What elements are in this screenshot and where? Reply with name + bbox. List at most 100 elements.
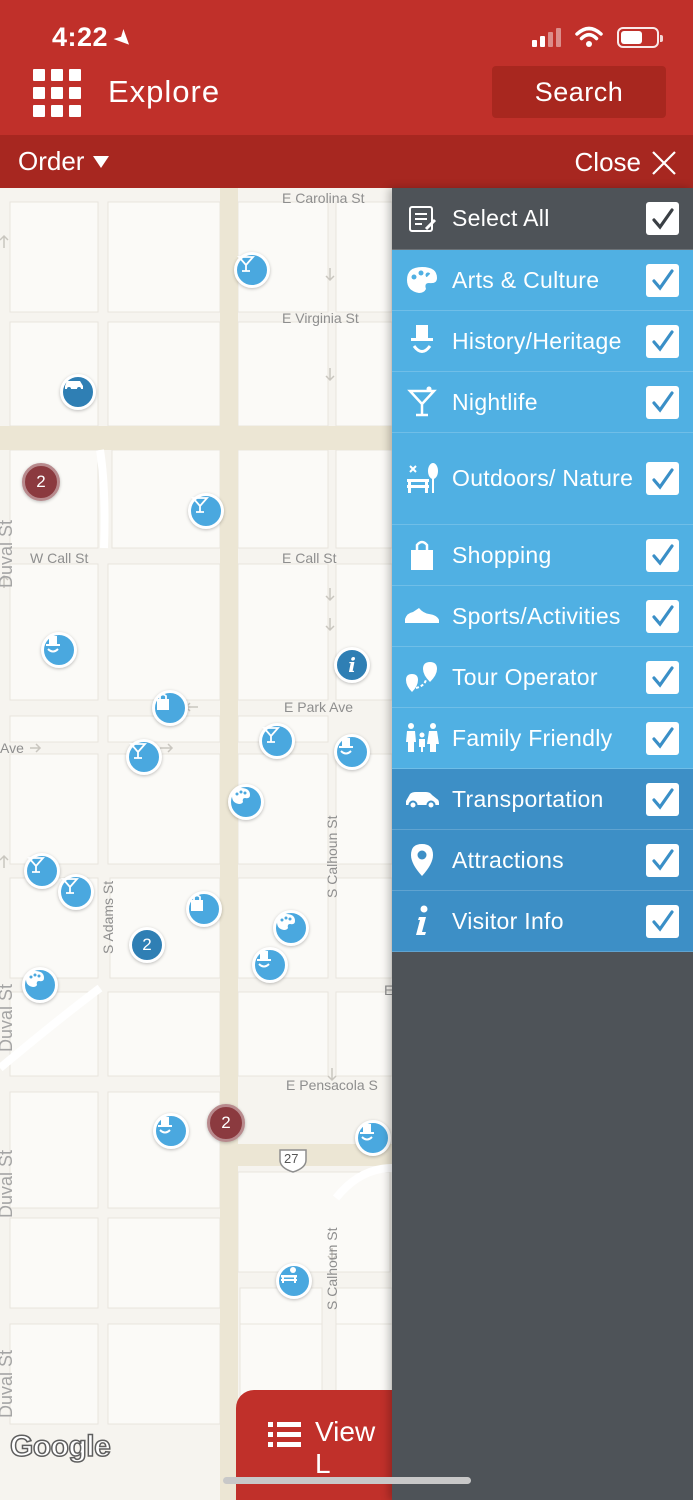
street-label: S Calhoun St bbox=[324, 1227, 340, 1311]
street-label: Ave bbox=[0, 740, 24, 756]
history-marker[interactable] bbox=[355, 1120, 391, 1156]
close-label: Close bbox=[574, 147, 641, 177]
filter-item-arts-culture[interactable]: Arts & Culture bbox=[392, 250, 693, 311]
martini-icon bbox=[262, 727, 280, 743]
filter-checkbox[interactable] bbox=[646, 263, 679, 297]
tour-pin-icon bbox=[406, 662, 437, 692]
martini-icon bbox=[27, 857, 45, 873]
transportation-marker[interactable] bbox=[60, 374, 96, 410]
filter-checkbox[interactable] bbox=[646, 385, 679, 419]
filter-label: Family Friendly bbox=[452, 724, 613, 751]
street-label: Duval St bbox=[0, 1149, 16, 1218]
filter-checkbox[interactable] bbox=[646, 538, 679, 572]
filter-checkbox[interactable] bbox=[646, 904, 679, 938]
filter-item-visitor-info[interactable]: Visitor Info bbox=[392, 891, 693, 952]
filter-checkbox[interactable] bbox=[646, 324, 679, 358]
filter-item-shopping[interactable]: Shopping bbox=[392, 525, 693, 586]
arts-marker[interactable] bbox=[228, 784, 264, 820]
marker-cluster[interactable]: 2 bbox=[22, 463, 60, 501]
martini-icon bbox=[191, 497, 209, 513]
arts-marker[interactable] bbox=[22, 967, 58, 1003]
history-marker[interactable] bbox=[252, 947, 288, 983]
filter-item-attractions[interactable]: Attractions bbox=[392, 830, 693, 891]
visitor-info-marker[interactable]: i bbox=[334, 647, 370, 683]
outdoors-marker[interactable] bbox=[276, 1263, 312, 1299]
filter-item-nightlife[interactable]: Nightlife bbox=[392, 372, 693, 433]
checkmark-icon bbox=[651, 849, 674, 871]
shopping-bag-icon bbox=[191, 894, 203, 911]
apps-grid-icon[interactable] bbox=[33, 69, 81, 117]
palette-icon bbox=[26, 971, 44, 987]
history-marker[interactable] bbox=[41, 632, 77, 668]
martini-icon bbox=[407, 386, 437, 417]
filter-item-sports-activities[interactable]: Sports/Activities bbox=[392, 586, 693, 647]
top-hat-icon bbox=[339, 738, 353, 755]
filter-label: Arts & Culture bbox=[452, 266, 600, 293]
wifi-icon bbox=[575, 26, 603, 47]
checkmark-icon bbox=[651, 269, 674, 291]
filter-checkbox[interactable] bbox=[646, 599, 679, 633]
history-marker[interactable] bbox=[334, 734, 370, 770]
category-filter-panel: Select All Arts & Culture History/Herita… bbox=[392, 188, 693, 1500]
checkmark-icon bbox=[651, 544, 674, 566]
filter-checkbox[interactable] bbox=[646, 462, 679, 495]
nightlife-marker[interactable] bbox=[58, 874, 94, 910]
filter-label: Nightlife bbox=[452, 388, 538, 415]
marker-cluster[interactable]: 2 bbox=[129, 927, 165, 963]
filter-checkbox[interactable] bbox=[646, 202, 679, 235]
nightlife-marker[interactable] bbox=[234, 252, 270, 288]
palette-icon bbox=[407, 267, 437, 293]
caret-down-icon bbox=[93, 155, 110, 168]
checkmark-icon bbox=[651, 605, 674, 627]
filter-item-transportation[interactable]: Transportation bbox=[392, 769, 693, 830]
app-header: 4:22➤ Explore Search bbox=[0, 0, 693, 135]
checkmark-icon bbox=[651, 788, 674, 810]
car-icon bbox=[65, 381, 83, 391]
street-label: W Call St bbox=[30, 550, 89, 566]
filter-item-family-friendly[interactable]: Family Friendly bbox=[392, 708, 693, 769]
search-button[interactable]: Search bbox=[492, 66, 666, 118]
filter-select-all[interactable]: Select All bbox=[392, 188, 693, 250]
marker-cluster[interactable]: 2 bbox=[207, 1104, 245, 1142]
palette-icon bbox=[277, 914, 295, 930]
filter-checkbox[interactable] bbox=[646, 721, 679, 755]
street-label: S Calhoun St bbox=[324, 815, 340, 899]
filter-label: Select All bbox=[452, 205, 550, 231]
martini-icon bbox=[129, 743, 147, 759]
filter-checkbox[interactable] bbox=[646, 660, 679, 694]
filter-checkbox[interactable] bbox=[646, 843, 679, 877]
filter-label: Visitor Info bbox=[452, 907, 564, 934]
top-hat-icon bbox=[46, 636, 60, 653]
shopping-bag-icon bbox=[411, 540, 433, 570]
arts-marker[interactable] bbox=[273, 910, 309, 946]
family-icon bbox=[406, 723, 439, 752]
nightlife-marker[interactable] bbox=[24, 853, 60, 889]
status-time-text: 4:22 bbox=[52, 22, 109, 52]
location-pin-icon bbox=[411, 844, 433, 876]
martini-icon bbox=[61, 878, 79, 894]
google-logo: Google bbox=[9, 1429, 111, 1464]
filter-checkbox[interactable] bbox=[646, 782, 679, 816]
nightlife-marker[interactable] bbox=[126, 739, 162, 775]
shopping-marker[interactable] bbox=[186, 891, 222, 927]
nightlife-marker[interactable] bbox=[188, 493, 224, 529]
filter-item-tour-operator[interactable]: Tour Operator bbox=[392, 647, 693, 708]
status-time: 4:22➤ bbox=[52, 22, 139, 54]
list-edit-icon bbox=[409, 205, 437, 232]
filter-label: Shopping bbox=[452, 541, 552, 568]
history-marker[interactable] bbox=[153, 1113, 189, 1149]
car-icon bbox=[406, 792, 439, 809]
checkmark-icon bbox=[651, 467, 674, 490]
home-indicator[interactable] bbox=[223, 1477, 471, 1484]
page-title: Explore bbox=[108, 74, 221, 109]
map-view[interactable]: E Carolina St E Virginia St W Call St E … bbox=[0, 188, 392, 1500]
info-icon bbox=[416, 905, 428, 935]
filter-item-outdoors-nature[interactable]: Outdoors/ Nature bbox=[392, 433, 693, 525]
order-dropdown[interactable]: Order bbox=[18, 146, 110, 177]
filter-item-history-heritage[interactable]: History/Heritage bbox=[392, 311, 693, 372]
top-hat-icon bbox=[257, 951, 271, 968]
cellular-signal-icon bbox=[532, 27, 561, 47]
shopping-marker[interactable] bbox=[152, 690, 188, 726]
close-button[interactable]: Close bbox=[575, 147, 677, 178]
nightlife-marker[interactable] bbox=[259, 723, 295, 759]
